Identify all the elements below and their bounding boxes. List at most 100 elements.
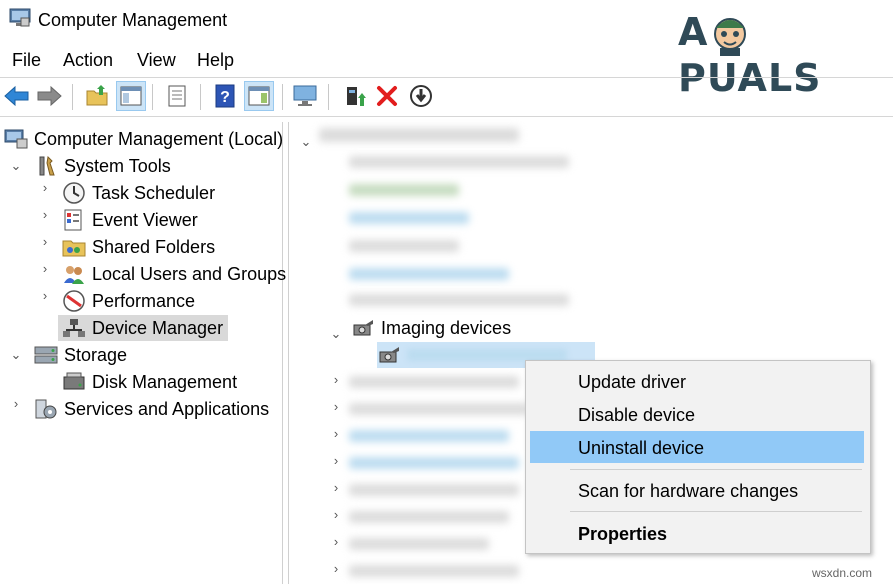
tree-item-task-scheduler[interactable]: Task Scheduler [62, 180, 215, 206]
chevron-down-icon[interactable]: ⌄ [329, 326, 343, 342]
disable-device-button[interactable] [406, 81, 436, 111]
tree-item-device-manager[interactable]: Device Manager [58, 315, 228, 341]
blurred-computer-name [319, 128, 519, 142]
services-icon [35, 399, 57, 419]
chevron-right-icon[interactable]: › [329, 453, 343, 468]
uninstall-x-icon [377, 86, 397, 106]
blurred-device-row [349, 457, 519, 469]
chevron-right-icon[interactable]: › [38, 261, 52, 276]
menu-item-properties[interactable]: Properties [578, 524, 667, 545]
tree-item-computer-management[interactable]: Computer Management (Local) [4, 126, 283, 152]
tree-item-system-tools[interactable]: System Tools [34, 153, 171, 179]
console-tree: Computer Management (Local) ⌄ System Too… [0, 122, 286, 584]
toolbar-separator [200, 84, 201, 110]
blurred-device-row [349, 538, 489, 550]
chevron-right-icon[interactable]: › [38, 180, 52, 195]
chevron-down-icon[interactable]: ⌄ [9, 158, 23, 174]
menu-item-scan-hardware[interactable]: Scan for hardware changes [578, 481, 798, 502]
chevron-right-icon[interactable]: › [329, 399, 343, 414]
tree-item-shared-folders[interactable]: Shared Folders [62, 234, 215, 260]
menu-separator [570, 511, 862, 512]
window-title: Computer Management [38, 10, 228, 30]
camera-icon [353, 320, 373, 336]
tree-item-local-users-groups[interactable]: Local Users and Groups [62, 261, 286, 287]
tree-item-disk-management[interactable]: Disk Management [62, 369, 237, 395]
back-arrow-icon [4, 85, 29, 107]
disk-icon [63, 372, 85, 390]
up-one-level-button[interactable] [82, 81, 112, 111]
chevron-right-icon[interactable]: › [329, 561, 343, 576]
export-list-icon [168, 85, 186, 107]
svg-text:?: ? [220, 89, 230, 106]
chevron-right-icon[interactable]: › [329, 534, 343, 549]
update-driver-button[interactable] [340, 81, 370, 111]
chevron-right-icon[interactable]: › [38, 234, 52, 249]
back-button[interactable] [2, 81, 32, 111]
show-hide-action-pane-button[interactable] [244, 81, 274, 111]
menu-action[interactable]: Action [63, 50, 113, 71]
appuals-mascot-icon [714, 17, 747, 56]
menu-separator [570, 469, 862, 470]
chevron-right-icon[interactable]: › [38, 288, 52, 303]
chevron-down-icon[interactable]: ⌄ [299, 134, 313, 150]
scan-hardware-button[interactable] [290, 81, 320, 111]
menu-view[interactable]: View [137, 50, 176, 71]
export-list-button[interactable] [162, 81, 192, 111]
blurred-device-row [349, 240, 459, 252]
tree-item-performance[interactable]: Performance [62, 288, 195, 314]
performance-icon [63, 290, 85, 312]
clock-icon [63, 182, 85, 204]
blurred-device-row [349, 184, 459, 196]
forward-arrow-icon [37, 85, 62, 107]
chevron-right-icon[interactable]: › [38, 207, 52, 222]
tools-icon [39, 155, 55, 176]
storage-icon [34, 346, 58, 364]
menu-item-update-driver[interactable]: Update driver [578, 372, 686, 393]
update-driver-icon [347, 87, 366, 106]
chevron-right-icon[interactable]: › [329, 480, 343, 495]
tree-item-services-applications[interactable]: Services and Applications [34, 396, 269, 422]
tree-item-imaging-devices[interactable]: Imaging devices [351, 315, 511, 341]
toolbar-separator [152, 84, 153, 110]
blurred-device-row [349, 430, 509, 442]
menu-file[interactable]: File [12, 50, 41, 71]
tree-item-storage[interactable]: Storage [34, 342, 127, 368]
blurred-device-row [349, 212, 469, 224]
camera-icon [379, 347, 399, 363]
blurred-device-row [349, 376, 519, 388]
toolbar-separator [282, 84, 283, 110]
help-icon: ? [215, 84, 235, 108]
blurred-device-row [349, 403, 529, 415]
blurred-device-row [349, 565, 519, 577]
tree-item-event-viewer[interactable]: Event Viewer [62, 207, 198, 233]
title-bar: Computer Management A PUALS [0, 0, 893, 100]
toolbar-separator [72, 84, 73, 110]
toolbar-separator [328, 84, 329, 110]
blurred-device-row [349, 484, 519, 496]
show-hide-console-tree-icon [120, 86, 142, 106]
chevron-right-icon[interactable]: › [329, 507, 343, 522]
up-folder-icon [86, 85, 108, 106]
menu-help[interactable]: Help [197, 50, 234, 71]
chevron-down-icon[interactable]: ⌄ [9, 347, 23, 363]
users-icon [64, 266, 84, 284]
help-button[interactable]: ? [210, 81, 240, 111]
chevron-right-icon[interactable]: › [329, 426, 343, 441]
watermark: wsxdn.com [812, 566, 873, 580]
shared-folder-icon [62, 240, 86, 257]
blurred-device-row [349, 294, 569, 306]
show-hide-console-tree-button[interactable] [116, 81, 146, 111]
chevron-right-icon[interactable]: › [9, 396, 23, 411]
menu-item-disable-device[interactable]: Disable device [578, 405, 695, 426]
context-menu: Update driver Disable device Uninstall d… [525, 360, 871, 554]
uninstall-button[interactable] [372, 81, 402, 111]
forward-button[interactable] [34, 81, 64, 111]
blurred-device-row [349, 156, 569, 168]
blurred-device-row [349, 511, 509, 523]
event-viewer-icon [64, 209, 82, 231]
chevron-right-icon[interactable]: › [329, 372, 343, 387]
menu-item-uninstall-device[interactable]: Uninstall device [578, 438, 704, 459]
computer-management-icon [4, 129, 28, 149]
blurred-device-row [349, 268, 509, 280]
device-manager-icon [63, 319, 85, 337]
